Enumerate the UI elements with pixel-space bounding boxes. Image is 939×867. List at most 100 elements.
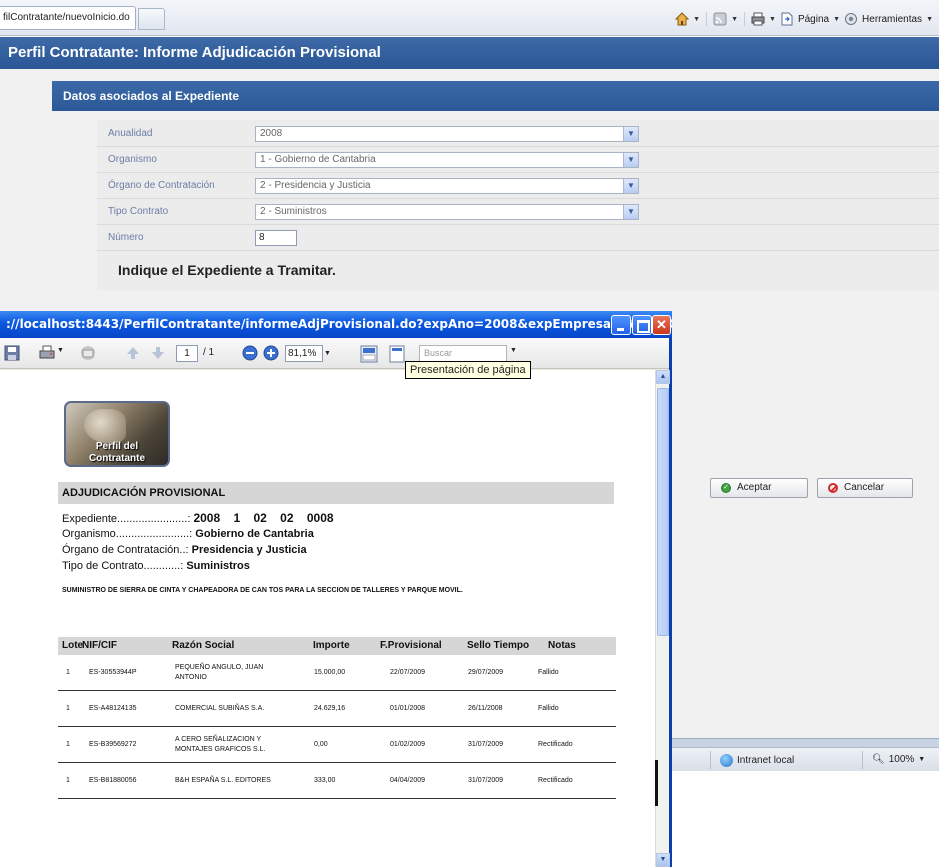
contract-description: SUMINISTRO DE SIERRA DE CINTA Y CHAPEADO… (62, 587, 463, 594)
close-icon: ✕ (656, 317, 667, 332)
window-edge (655, 760, 658, 806)
cell-sello: 31/07/2009 (468, 776, 504, 784)
browser-tab[interactable]: filContratante/nuevoInicio.do (0, 6, 136, 30)
cell-lote: 1 (66, 704, 70, 712)
email-icon[interactable] (80, 345, 96, 364)
select-value: 2 - Suministros (260, 206, 327, 217)
cell-importe: 0,00 (314, 740, 328, 748)
column-header: Lote (62, 640, 84, 651)
save-icon[interactable] (4, 345, 20, 364)
tipo-line: Tipo de Contrato............: Suministro… (62, 560, 250, 572)
page-layout-icon[interactable] (388, 345, 406, 366)
next-page-icon[interactable] (150, 345, 166, 364)
security-zone[interactable]: Intranet local (720, 754, 794, 767)
divider (706, 12, 708, 26)
chevron-down-icon[interactable]: ▼ (324, 345, 334, 362)
cell-notas: Fallido (538, 704, 559, 712)
form-row-anualidad: Anualidad 2008 ▼ (97, 121, 939, 147)
accept-button[interactable]: ✓ Aceptar (710, 478, 808, 498)
window-title: ://localhost:8443/PerfilContratante/info… (0, 311, 672, 338)
table-row: 1 ES-B81880056 B&H ESPAÑA S.L. EDITORES … (58, 763, 616, 799)
zone-label: Intranet local (737, 755, 795, 766)
zoom-in-icon[interactable] (263, 345, 279, 364)
chevron-down-icon[interactable]: ▼ (769, 16, 776, 23)
page-title: Perfil Contratante: Informe Adjudicación… (0, 37, 939, 69)
chevron-down-icon[interactable]: ▼ (833, 16, 840, 23)
chevron-down-icon[interactable]: ▼ (918, 756, 925, 763)
form-row-organo: Órgano de Contratación 2 - Presidencia y… (97, 173, 939, 199)
chevron-down-icon[interactable]: ▼ (57, 347, 64, 354)
print-icon[interactable] (38, 345, 56, 364)
column-header: NIF/CIF (82, 640, 117, 651)
scroll-thumb[interactable] (657, 388, 669, 636)
field-label: Tipo Contrato (108, 206, 169, 217)
cell-razon: PEQUEÑO ANGULO, JUAN ANTONIO (175, 663, 264, 681)
numero-input[interactable]: 8 (255, 230, 297, 246)
chevron-down-icon[interactable]: ▼ (623, 153, 638, 167)
cell-nif: ES-30553944P (89, 668, 137, 676)
maximize-button[interactable] (632, 315, 652, 335)
organismo-select[interactable]: 1 - Gobierno de Cantabria ▼ (255, 152, 639, 168)
chevron-down-icon[interactable]: ▼ (623, 179, 638, 193)
chevron-down-icon[interactable]: ▼ (693, 16, 700, 23)
zoom-out-icon[interactable] (242, 345, 258, 364)
field-label: Organismo (108, 154, 157, 165)
cell-importe: 24.629,16 (314, 704, 346, 712)
previous-page-icon[interactable] (125, 345, 141, 364)
scroll-down-icon[interactable]: ▼ (656, 853, 670, 867)
pdf-toolbar: ▼ 1 / 1 81,1% ▼ Buscar ▼ (0, 338, 669, 369)
column-header: F.Provisional (380, 640, 442, 651)
organo-value: Presidencia y Justicia (191, 544, 307, 556)
globe-icon (720, 754, 733, 767)
page-number-input[interactable]: 1 (176, 345, 198, 362)
table-row: 1 ES-A48124135 COMERCIAL SUBIÑAS S.A. 24… (58, 691, 616, 727)
tools-menu[interactable]: Herramientas (862, 14, 922, 25)
table-row: 1 ES-30553944P PEQUEÑO ANGULO, JUAN ANTO… (58, 655, 616, 691)
organismo-line: Organismo........................: Gobie… (62, 528, 314, 540)
horizontal-scrollbar[interactable] (672, 738, 939, 747)
home-icon[interactable] (674, 12, 690, 26)
zoom-icon: 🔍︎ (872, 754, 885, 765)
browser-toolbar: filContratante/nuevoInicio.do ▼ ▼ ▼ Pági… (0, 0, 939, 36)
logo-text: Perfil del (95, 441, 139, 452)
logo-text: Contratante (88, 453, 146, 464)
page-menu[interactable]: Página (798, 14, 829, 25)
cell-notas: Rectificado (538, 776, 573, 784)
cancel-button[interactable]: Cancelar (817, 478, 913, 498)
check-icon: ✓ (721, 483, 731, 493)
section-title: Datos asociados al Expediente (52, 81, 939, 111)
chevron-down-icon[interactable]: ▼ (623, 127, 638, 141)
fit-page-icon[interactable] (360, 345, 378, 366)
print-icon[interactable] (751, 12, 765, 26)
cell-notas: Fallido (538, 668, 559, 676)
form-row-numero: Número 8 (97, 225, 939, 251)
new-tab-button[interactable] (138, 8, 165, 30)
tipo-contrato-select[interactable]: 2 - Suministros ▼ (255, 204, 639, 220)
form-row-tipo: Tipo Contrato 2 - Suministros ▼ (97, 199, 939, 225)
cancel-label: Cancelar (844, 482, 885, 493)
search-input[interactable]: Buscar (419, 345, 507, 362)
column-header: Importe (313, 640, 350, 651)
chevron-down-icon[interactable]: ▼ (510, 347, 517, 354)
divider (744, 12, 746, 26)
zoom-input[interactable]: 81,1% (285, 345, 323, 362)
expediente-value: 2008 1 02 02 0008 (193, 511, 334, 525)
chevron-down-icon[interactable]: ▼ (731, 16, 738, 23)
scroll-up-icon[interactable]: ▲ (656, 370, 670, 384)
anualidad-select[interactable]: 2008 ▼ (255, 126, 639, 142)
zoom-control[interactable]: 🔍︎ 100% ▼ (872, 754, 925, 765)
select-value: 2008 (260, 128, 283, 139)
close-button[interactable]: ✕ (652, 315, 671, 335)
organismo-value: Gobierno de Cantabria (195, 528, 314, 540)
feeds-icon[interactable] (713, 12, 727, 26)
expediente-prompt: Indique el Expediente a Tramitar. (118, 262, 336, 278)
zoom-value: 100% (888, 754, 915, 765)
organo-select[interactable]: 2 - Presidencia y Justicia ▼ (255, 178, 639, 194)
minimize-button[interactable] (611, 315, 631, 335)
tools-icon[interactable] (844, 12, 858, 26)
cell-fprov: 01/01/2008 (390, 704, 426, 712)
chevron-down-icon[interactable]: ▼ (623, 205, 638, 219)
cell-notas: Rectificado (538, 740, 573, 748)
page-icon[interactable] (780, 12, 794, 26)
chevron-down-icon[interactable]: ▼ (926, 16, 933, 23)
